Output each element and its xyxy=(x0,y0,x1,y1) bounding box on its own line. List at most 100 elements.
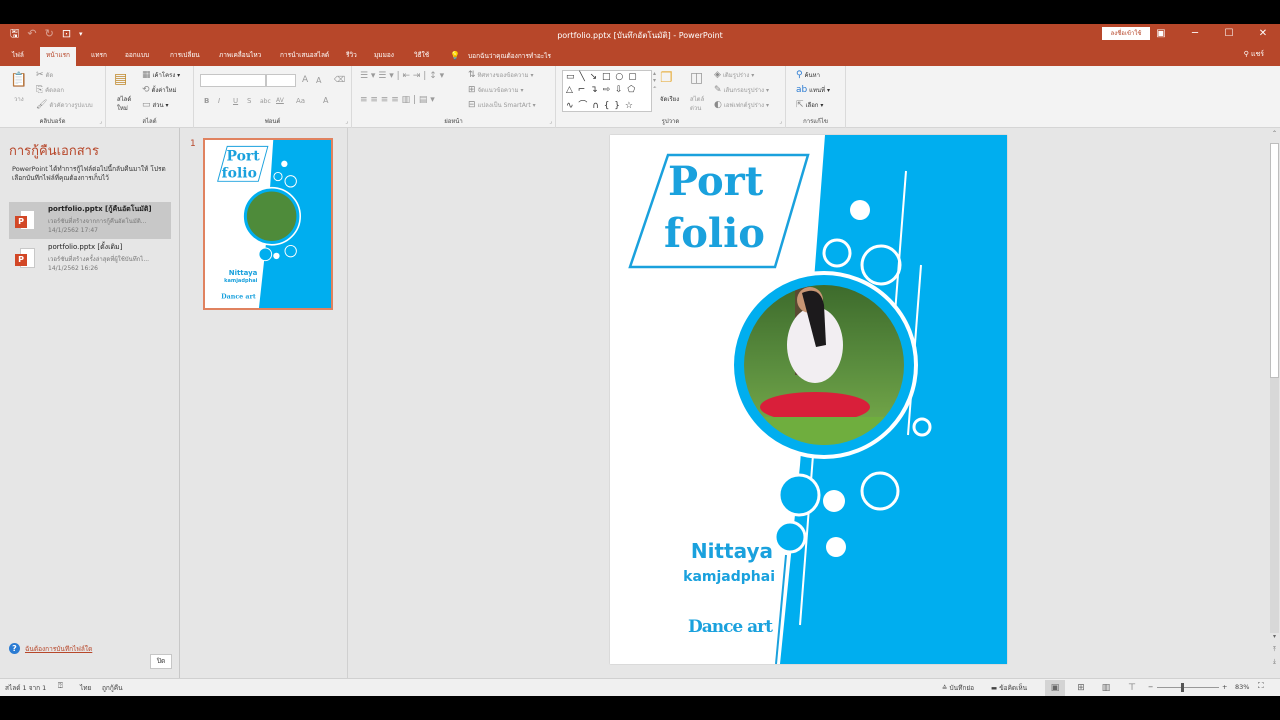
shadow-button[interactable]: S xyxy=(247,97,251,105)
shapes-row-2[interactable]: △ ⌐ ↴ ⇨ ⇩ ⬠ xyxy=(566,85,636,95)
tab-transitions[interactable]: การเปลี่ยน xyxy=(164,47,206,66)
text-direction-button[interactable]: ⇅ ทิศทางของข้อความ ▾ xyxy=(468,70,533,80)
share-button[interactable]: ⚲ แชร์ xyxy=(1244,49,1264,60)
strikethrough-button[interactable]: abc xyxy=(260,98,271,105)
align-icons[interactable]: ≡ ≡ ≡ ≡ ▥ | ▤ ▾ xyxy=(360,95,435,105)
tab-review[interactable]: รีวิว xyxy=(340,47,363,66)
cut-button[interactable]: ✂ ตัด xyxy=(36,70,53,80)
close-pane-button[interactable]: ปิด xyxy=(150,654,172,669)
scroll-thumb[interactable] xyxy=(1270,143,1279,378)
font-size-combo[interactable] xyxy=(266,74,296,87)
reset-button[interactable]: ⟲ ตั้งค่าใหม่ xyxy=(142,85,177,95)
paste-button[interactable]: วาง xyxy=(14,94,24,104)
dialog-launcher-icon[interactable]: ⌟ xyxy=(99,118,102,125)
collapse-ribbon-icon[interactable]: ⌃ xyxy=(1270,130,1279,137)
spellcheck-icon[interactable]: ⍰ xyxy=(58,681,63,691)
dialog-launcher-icon[interactable]: ⌟ xyxy=(549,118,552,125)
tab-insert[interactable]: แทรก xyxy=(85,47,113,66)
zoom-slider[interactable] xyxy=(1157,687,1219,688)
italic-button[interactable]: I xyxy=(218,97,220,105)
paragraph-label: ย่อหน้า xyxy=(444,118,463,125)
copy-button[interactable]: ⎘ คัดลอก xyxy=(36,85,64,95)
smartart-button[interactable]: ⊟ แปลงเป็น SmartArt ▾ xyxy=(468,100,536,110)
zoom-out-button[interactable]: − xyxy=(1148,683,1153,691)
tab-help[interactable]: วิธีใช้ xyxy=(408,47,435,66)
language-indicator[interactable]: ไทย xyxy=(80,683,91,693)
underline-button[interactable]: U xyxy=(233,97,238,105)
comments-button[interactable]: ▬ ข้อคิดเห็น xyxy=(991,683,1027,693)
signin-button[interactable]: ลงชื่อเข้าใช้ xyxy=(1102,27,1150,40)
next-slide-button[interactable]: ⤓ xyxy=(1270,658,1279,666)
shape-fill-button[interactable]: ◈ เติมรูปร่าง ▾ xyxy=(714,70,754,80)
quick-styles-icon[interactable]: ◫ xyxy=(690,70,703,86)
char-spacing-button[interactable]: AV xyxy=(276,97,284,104)
shape-outline-button[interactable]: ✎ เส้นกรอบรูปร่าง ▾ xyxy=(714,85,769,95)
slide-sorter-button[interactable]: ⊞ xyxy=(1071,680,1091,696)
shapes-row-3[interactable]: ∿ ⌒ ∩ { } ☆ xyxy=(566,98,634,111)
tab-design[interactable]: ออกแบบ xyxy=(119,47,155,66)
normal-view-button[interactable]: ▣ xyxy=(1045,680,1065,696)
align-text-icon: ⊞ xyxy=(468,85,476,95)
arrange-button[interactable]: จัดเรียง xyxy=(660,94,679,104)
layout-button[interactable]: ▦ เค้าโครง ▾ xyxy=(142,70,180,80)
grow-font-button[interactable]: A xyxy=(302,75,308,85)
replace-button[interactable]: ab แทนที่ ▾ xyxy=(796,85,830,95)
bold-button[interactable]: B xyxy=(204,97,209,105)
scroll-down-arrow[interactable]: ▾ xyxy=(1270,633,1279,640)
font-name-combo[interactable] xyxy=(200,74,266,87)
dialog-launcher-icon[interactable]: ⌟ xyxy=(345,118,348,125)
subject-text[interactable]: Dance art xyxy=(688,617,773,637)
help-icon: ? xyxy=(9,643,20,654)
gallery-scroll-icon[interactable]: ▴ ▾ ⩡ xyxy=(653,70,656,92)
clear-formatting-icon[interactable]: ⌫ xyxy=(334,75,345,84)
vertical-scrollbar[interactable]: ⌃ ▾ ⤒ ⤓ xyxy=(1268,128,1280,678)
tab-file[interactable]: ไฟล์ xyxy=(6,47,30,66)
name-first[interactable]: Nittaya xyxy=(691,539,773,563)
reading-view-button[interactable]: ▥ xyxy=(1096,680,1116,696)
title-folio[interactable]: folio xyxy=(664,211,765,257)
dialog-launcher-icon[interactable]: ⌟ xyxy=(779,118,782,125)
fit-to-window-icon[interactable]: ⛶ xyxy=(1258,681,1264,691)
align-text-button[interactable]: ⊞ จัดแนวข้อความ ▾ xyxy=(468,85,524,95)
original-file-item[interactable]: P portfolio.pptx [ดั้งเดิม] เวอร์ชันที่ส… xyxy=(9,240,171,277)
paste-icon[interactable]: 📋 xyxy=(10,72,27,88)
shapes-gallery[interactable]: ▭ ╲ ↘ □ ○ ▢ △ ⌐ ↴ ⇨ ⇩ ⬠ ∿ ⌒ ∩ { } ☆ xyxy=(562,70,652,112)
name-last[interactable]: kamjadphai xyxy=(683,569,775,585)
tell-me-box[interactable]: 💡 บอกฉันว่าคุณต้องการทำอะไร xyxy=(444,47,557,66)
zoom-level[interactable]: 83% xyxy=(1235,683,1249,691)
format-painter-button[interactable]: 🖌 ตัวคัดวางรูปแบบ xyxy=(36,100,93,110)
tab-view[interactable]: มุมมอง xyxy=(368,47,400,66)
arrange-icon[interactable]: ❐ xyxy=(660,70,673,86)
find-button[interactable]: ⚲ ค้นหา xyxy=(796,70,820,80)
shape-effects-button[interactable]: ◐ เอฟเฟกต์รูปร่าง ▾ xyxy=(714,100,769,110)
previous-slide-button[interactable]: ⤒ xyxy=(1270,646,1279,654)
minimize-button[interactable]: ─ xyxy=(1178,24,1212,44)
change-case-button[interactable]: Aa xyxy=(296,97,305,105)
tab-animations[interactable]: ภาพเคลื่อนไหว xyxy=(213,47,267,66)
slideshow-button[interactable]: ⊤ xyxy=(1122,680,1142,696)
notes-button[interactable]: ≙ บันทึกย่อ xyxy=(942,683,974,693)
shrink-font-button[interactable]: A xyxy=(316,76,321,85)
current-slide[interactable]: Port folio Nittaya kamjadphai Dance art xyxy=(610,135,1007,664)
tab-slideshow[interactable]: การนำเสนอสไลด์ xyxy=(274,47,335,66)
help-link[interactable]: ? ฉันต้องการบันทึกไฟล์ใด xyxy=(9,643,92,654)
zoom-in-button[interactable]: + xyxy=(1222,683,1227,691)
slide-thumbnail[interactable]: Port folio Nittaya kamjadphai Dance art xyxy=(203,138,333,310)
editing-label: การแก้ไข xyxy=(803,118,828,125)
font-color-button[interactable]: A xyxy=(323,96,328,105)
close-window-button[interactable]: ✕ xyxy=(1246,24,1280,44)
recovered-file-item[interactable]: P portfolio.pptx [กู้คืนอัตโนมัติ] เวอร์… xyxy=(9,202,171,239)
maximize-button[interactable]: ☐ xyxy=(1212,24,1246,44)
select-button[interactable]: ⇱ เลือก ▾ xyxy=(796,100,823,110)
zoom-slider-handle[interactable] xyxy=(1181,683,1185,692)
bullets-icon[interactable]: ☰ ▾ ☰ ▾ | ⇤ ⇥ | ↕ ▾ xyxy=(360,71,444,81)
recovery-title: การกู้คืนเอกสาร xyxy=(9,144,99,159)
new-slide-icon[interactable]: ▤ xyxy=(114,71,127,87)
tab-home[interactable]: หน้าแรก xyxy=(40,47,76,66)
recovery-description: PowerPoint ได้ทำการกู้ไฟล์ต่อไปนี้กลับคื… xyxy=(12,165,166,182)
shapes-row-1[interactable]: ▭ ╲ ↘ □ ○ ▢ xyxy=(566,72,638,82)
which-file-link[interactable]: ฉันต้องการบันทึกไฟล์ใด xyxy=(25,644,92,654)
ribbon-display-options-icon[interactable]: ▣ xyxy=(1144,24,1178,44)
section-button[interactable]: ▭ ส่วน ▾ xyxy=(142,100,169,110)
title-port[interactable]: Port xyxy=(668,159,763,205)
